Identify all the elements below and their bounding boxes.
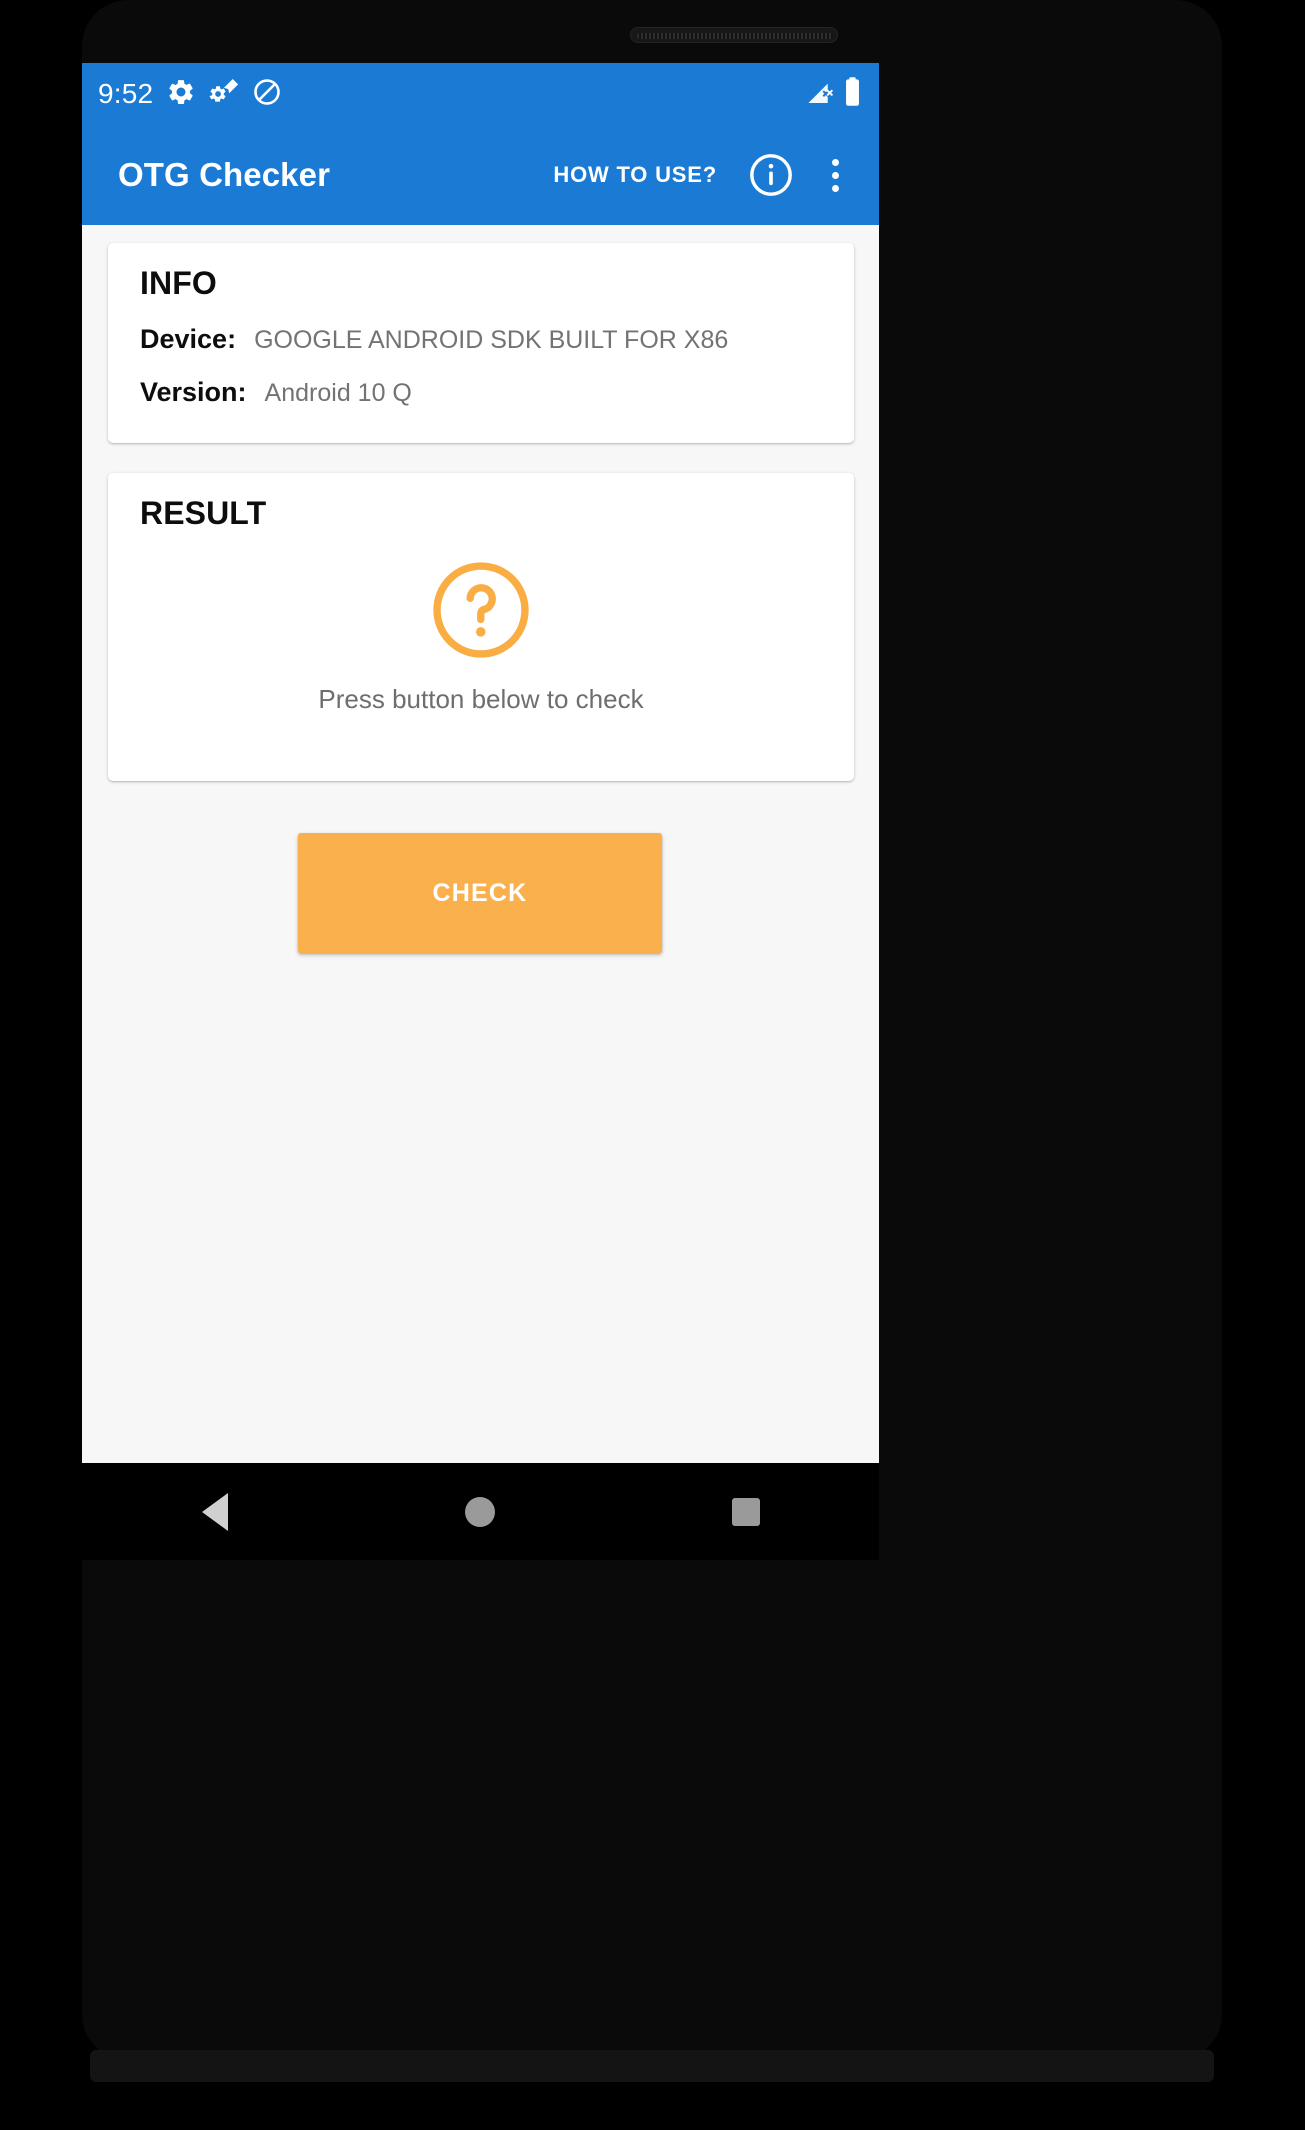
app-title: OTG Checker — [118, 156, 331, 193]
question-mark-circle-icon — [429, 558, 533, 662]
battery-full-icon — [844, 76, 861, 112]
version-row: Version: Android 10 Q — [108, 377, 854, 408]
status-bar-right-group — [806, 76, 861, 112]
result-message: Press button below to check — [318, 684, 644, 714]
main-content: INFO Device: GOOGLE ANDROID SDK BUILT FO… — [82, 225, 879, 1463]
info-card: INFO Device: GOOGLE ANDROID SDK BUILT FO… — [108, 243, 854, 443]
status-bar-left-group: 9:52 — [98, 77, 282, 112]
device-value: GOOGLE ANDROID SDK BUILT FOR X86 — [254, 326, 729, 354]
overflow-dot — [831, 184, 839, 192]
device-row: Device: GOOGLE ANDROID SDK BUILT FOR X86 — [108, 324, 854, 355]
result-card: RESULT Press button below to check — [108, 473, 854, 781]
result-card-heading: RESULT — [140, 495, 267, 531]
speaker-grille-dots — [637, 33, 833, 39]
info-card-heading: INFO — [140, 265, 217, 301]
phone-bottom-strip — [90, 2050, 1214, 2082]
do-not-disturb-icon — [252, 77, 282, 112]
cellular-signal-no-sim-icon — [806, 77, 835, 111]
settings-gear-icon — [166, 77, 196, 112]
nav-back-button[interactable] — [175, 1472, 255, 1552]
back-triangle-icon — [201, 1492, 228, 1531]
result-body: Press button below to check — [108, 558, 854, 715]
recents-square-icon — [732, 1497, 761, 1526]
nav-home-button[interactable] — [440, 1472, 520, 1552]
how-to-use-button[interactable]: HOW TO USE? — [549, 154, 721, 196]
more-vert-icon[interactable] — [813, 147, 857, 203]
info-icon[interactable] — [745, 149, 797, 201]
earpiece-speaker — [630, 27, 838, 43]
device-frame: 9:52 OTG Checker HOW TO USE? INFO Device… — [0, 0, 1305, 2130]
version-label: Version: — [140, 377, 247, 407]
phone-screen: 9:52 OTG Checker HOW TO USE? INFO Device… — [82, 63, 879, 1463]
android-navigation-bar — [82, 1463, 879, 1560]
device-label: Device: — [140, 324, 237, 354]
version-value: Android 10 Q — [264, 379, 412, 407]
home-circle-icon — [465, 1496, 496, 1527]
status-bar: 9:52 — [82, 63, 879, 125]
developer-gear-icon — [209, 77, 239, 112]
status-bar-clock: 9:52 — [98, 78, 154, 109]
app-bar: OTG Checker HOW TO USE? — [82, 125, 879, 225]
nav-recents-button[interactable] — [706, 1472, 786, 1552]
overflow-dot — [831, 171, 839, 179]
check-button[interactable]: CHECK — [298, 833, 662, 953]
overflow-dot — [831, 158, 839, 166]
